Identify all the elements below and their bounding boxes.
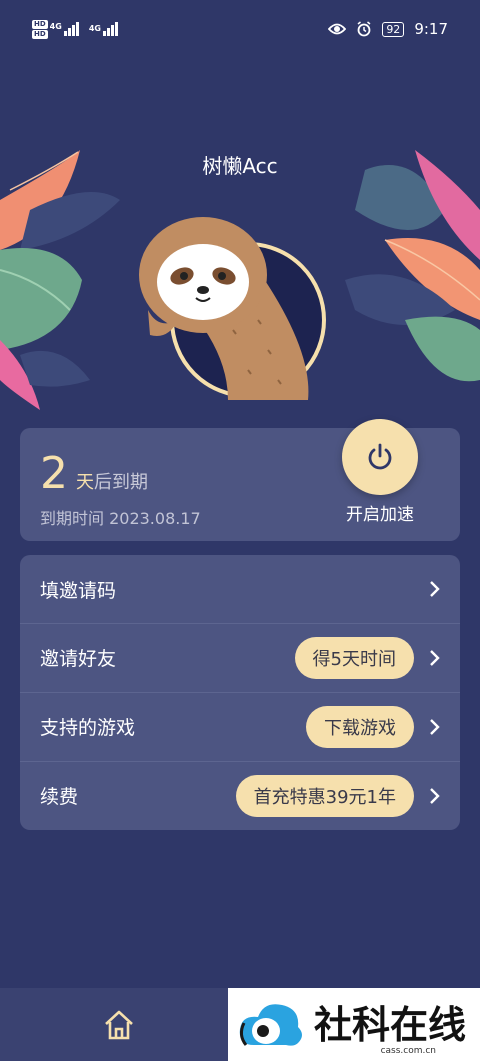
- clock: 9:17: [414, 20, 448, 38]
- leaves-right-decoration: [345, 150, 480, 382]
- watermark-url: cass.com.cn: [380, 1046, 436, 1056]
- network-type-2: 4G: [88, 24, 101, 33]
- menu-item-invite-friends[interactable]: 邀请好友 得5天时间: [20, 623, 460, 691]
- menu-item-invite-code[interactable]: 填邀请码: [20, 555, 460, 623]
- network-group-1: HD HD 4G: [32, 19, 79, 39]
- chevron-right-icon: [430, 787, 440, 804]
- chevron-right-icon: [430, 649, 440, 666]
- power-icon: [368, 443, 392, 470]
- hd-badge-1: HD: [32, 19, 48, 29]
- expire-date: 到期时间 2023.08.17: [40, 509, 201, 528]
- leaves-left-decoration: [0, 150, 120, 410]
- menu-item-label: 续费: [40, 786, 79, 808]
- signal-icon: [63, 22, 79, 36]
- menu-item-renew[interactable]: 续费 首充特惠39元1年: [20, 761, 460, 829]
- eye-icon: [328, 23, 347, 35]
- power-button-label[interactable]: 开启加速: [324, 500, 436, 525]
- hd-badge-2: HD: [32, 29, 48, 39]
- battery-indicator: 92: [382, 21, 405, 37]
- expiry-card: 2 天 后到期 到期时间 2023.08.17 开启加速: [20, 419, 460, 541]
- watermark-logo: [239, 1003, 302, 1046]
- power-button[interactable]: [342, 419, 418, 495]
- watermark: 社科在线 cass.com.cn: [228, 988, 480, 1061]
- renew-offer-button[interactable]: 首充特惠39元1年: [235, 774, 414, 817]
- home-icon[interactable]: [102, 1008, 136, 1042]
- network-status: HD HD 4G 4G: [32, 19, 118, 39]
- network-type-1: 4G: [49, 21, 62, 31]
- menu-item-label: 支持的游戏: [40, 717, 136, 739]
- days-number: 2: [40, 448, 68, 499]
- download-games-button[interactable]: 下载游戏: [306, 705, 414, 748]
- invite-reward-badge[interactable]: 得5天时间: [294, 636, 414, 679]
- system-status: 92 9:17: [328, 20, 448, 38]
- days-unit: 天: [76, 472, 94, 493]
- menu-item-label: 邀请好友: [40, 648, 117, 670]
- sloth-avatar: [139, 217, 326, 400]
- menu-card: 填邀请码 邀请好友 得5天时间 支持的游戏 下载游戏 续费 首充特惠39元1年: [20, 555, 460, 830]
- menu-item-supported-games[interactable]: 支持的游戏 下载游戏: [20, 692, 460, 760]
- days-remaining: 2 天 后到期: [40, 448, 148, 500]
- signal-icon: [102, 22, 118, 36]
- status-bar: HD HD 4G 4G 92 9:17: [0, 0, 480, 58]
- alarm-icon: [357, 21, 371, 37]
- days-suffix: 后到期: [94, 472, 148, 493]
- menu-item-label: 填邀请码: [40, 579, 117, 602]
- network-group-2: 4G: [89, 22, 118, 36]
- chevron-right-icon: [430, 581, 440, 597]
- watermark-text: 社科在线: [314, 1002, 467, 1047]
- chevron-right-icon: [430, 718, 440, 735]
